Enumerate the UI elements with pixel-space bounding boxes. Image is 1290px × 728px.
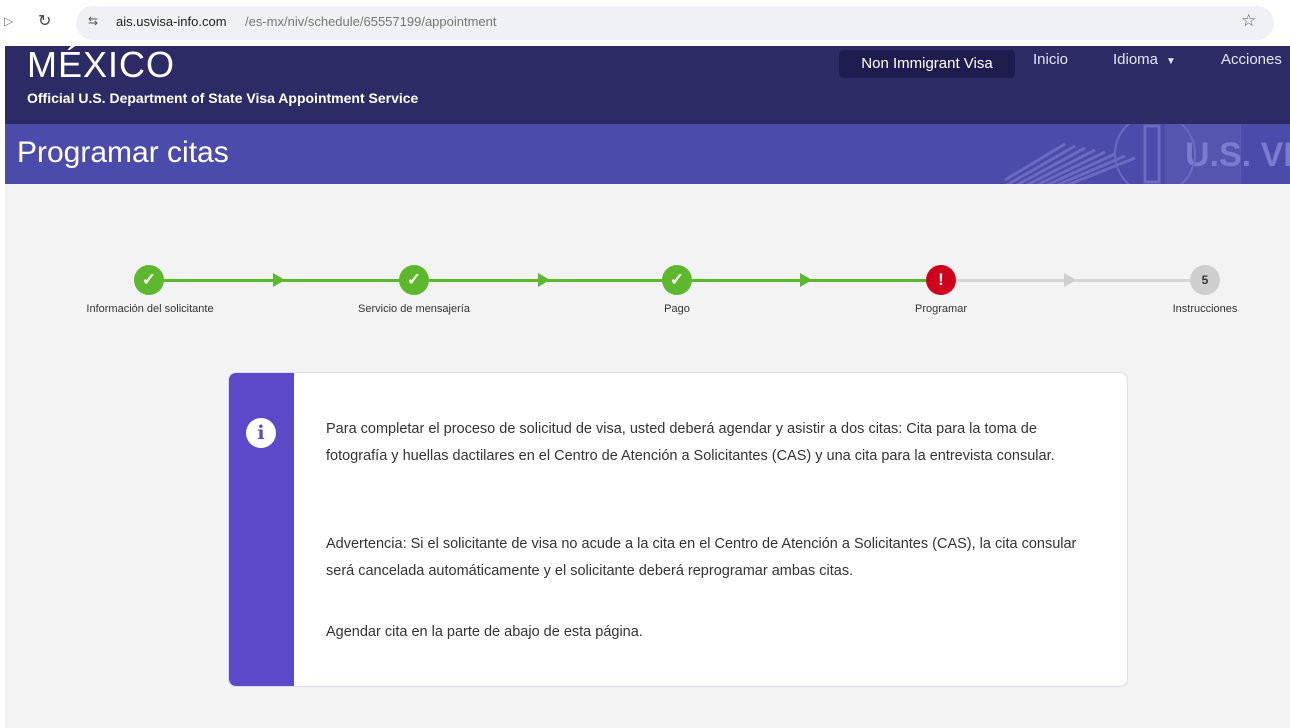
step-label-pago: Pago bbox=[664, 303, 690, 315]
step-label-mensajeria: Servicio de mensajería bbox=[358, 303, 470, 315]
main-content: ✓ ✓ ✓ ! 5 Información del solicitante Se… bbox=[5, 184, 1290, 728]
info-icon: i bbox=[246, 418, 276, 448]
department-subtitle: Official U.S. Department of State Visa A… bbox=[27, 90, 419, 106]
info-alert-accent: i bbox=[229, 373, 294, 686]
bookmark-star-icon[interactable]: ☆ bbox=[1241, 11, 1256, 31]
step-label-programar: Programar bbox=[915, 303, 967, 315]
step-arrow-icon bbox=[800, 273, 812, 287]
step-4-alert-icon: ! bbox=[926, 265, 956, 295]
step-5-number: 5 bbox=[1190, 265, 1220, 295]
country-title: MÉXICO bbox=[27, 46, 176, 85]
step-arrow-icon bbox=[538, 273, 550, 287]
info-paragraph-1: Para completar el proceso de solicitud d… bbox=[326, 421, 1055, 464]
step-label-instrucciones: Instrucciones bbox=[1172, 303, 1238, 315]
info-alert-box: i Para completar el proceso de solicitud… bbox=[228, 372, 1128, 687]
page-title: Programar citas bbox=[17, 136, 229, 169]
us-visa-seal-watermark: U.S. VISA bbox=[1005, 124, 1290, 184]
nav-acciones[interactable]: Acciones bbox=[1221, 50, 1282, 70]
step-arrow-icon bbox=[273, 273, 285, 287]
nav-idioma-label: Idioma bbox=[1113, 51, 1159, 68]
nav-non-immigrant-visa[interactable]: Non Immigrant Visa bbox=[839, 50, 1015, 78]
site-info-icon[interactable]: ⇆ bbox=[88, 14, 98, 28]
nav-inicio[interactable]: Inicio bbox=[1033, 50, 1068, 70]
step-1-check-icon: ✓ bbox=[134, 265, 164, 295]
url-host[interactable]: ais.usvisa-info.com bbox=[116, 14, 227, 29]
info-paragraph-3: Agendar cita en la parte de abajo de est… bbox=[326, 624, 643, 640]
step-3-check-icon: ✓ bbox=[662, 265, 692, 295]
svg-text:U.S. VISA: U.S. VISA bbox=[1185, 136, 1290, 174]
info-paragraph-warning: Advertencia: Si el solicitante de visa n… bbox=[326, 536, 1077, 579]
url-path[interactable]: /es-mx/niv/schedule/65557199/appointment bbox=[245, 14, 497, 29]
chevron-down-icon: ▼ bbox=[1166, 56, 1176, 67]
page-banner: Programar citas U.S. VISA bbox=[5, 124, 1290, 184]
site-header: MÉXICO Official U.S. Department of State… bbox=[5, 46, 1290, 124]
browser-toolbar: ▷ ↻ ⇆ ais.usvisa-info.com /es-mx/niv/sch… bbox=[0, 0, 1290, 46]
step-label-informacion: Información del solicitante bbox=[86, 303, 214, 315]
forward-icon[interactable]: ▷ bbox=[4, 14, 13, 28]
reload-icon[interactable]: ↻ bbox=[38, 11, 51, 31]
step-arrow-icon bbox=[1064, 273, 1076, 287]
nav-idioma[interactable]: Idioma ▼ bbox=[1113, 50, 1176, 72]
step-2-check-icon: ✓ bbox=[399, 265, 429, 295]
progress-stepper: ✓ ✓ ✓ ! 5 Información del solicitante Se… bbox=[5, 184, 1290, 344]
